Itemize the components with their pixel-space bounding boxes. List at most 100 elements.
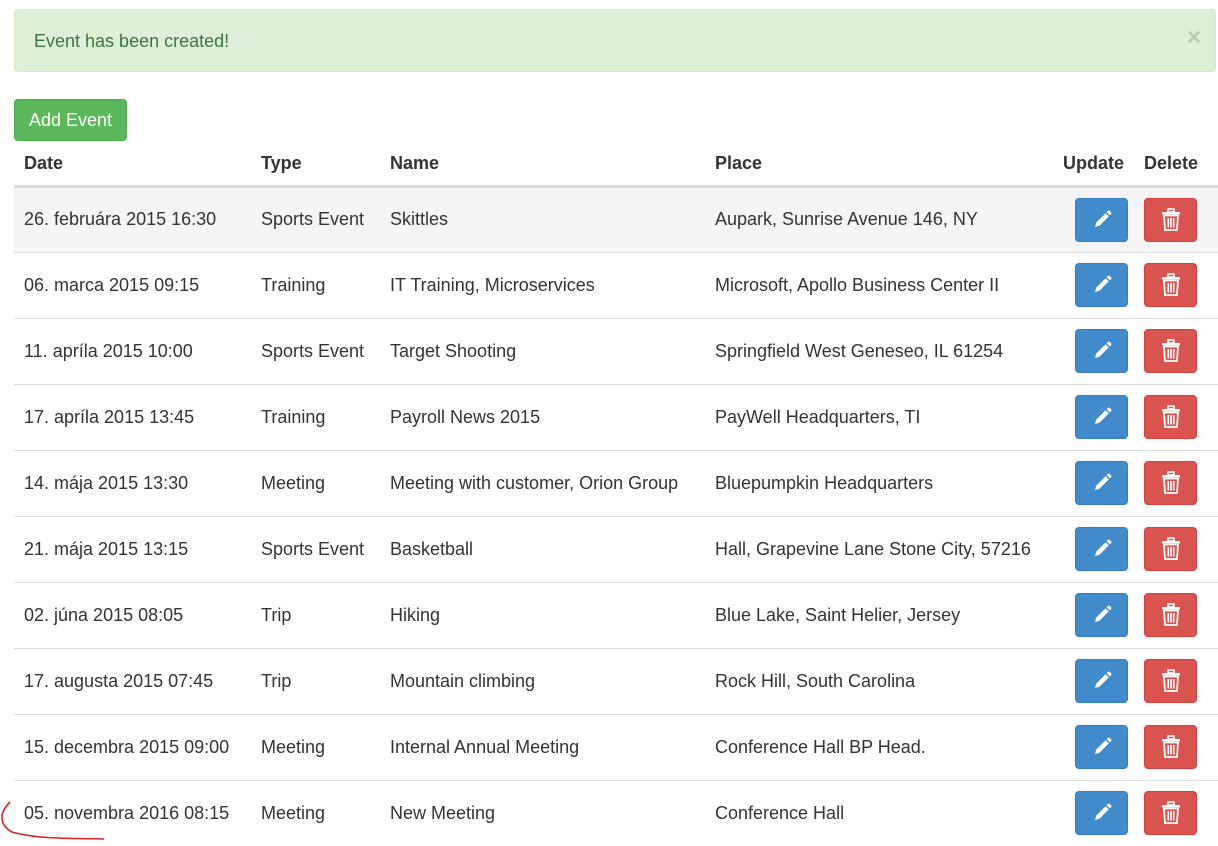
cell-name: Internal Annual Meeting xyxy=(380,713,705,780)
cell-update xyxy=(1059,383,1144,450)
header-type: Type xyxy=(251,142,380,188)
cell-place: Blue Lake, Saint Helier, Jersey xyxy=(705,581,1059,648)
pencil-icon xyxy=(1094,275,1111,292)
cell-delete xyxy=(1144,779,1218,846)
events-table: Date Type Name Place Update Delete 26. f… xyxy=(14,142,1218,846)
cell-delete xyxy=(1144,581,1218,648)
table-row: 11. apríla 2015 10:00 Sports Event Targe… xyxy=(14,317,1218,384)
table-row: 15. decembra 2015 09:00 Meeting Internal… xyxy=(14,713,1218,780)
cell-name: Skittles xyxy=(380,186,705,252)
cell-type: Meeting xyxy=(251,779,380,846)
cell-type: Sports Event xyxy=(251,186,380,252)
cell-update xyxy=(1059,186,1144,252)
cell-delete xyxy=(1144,317,1218,384)
trash-icon xyxy=(1161,471,1180,494)
update-button[interactable] xyxy=(1075,527,1128,571)
delete-button[interactable] xyxy=(1144,263,1197,307)
pencil-icon xyxy=(1094,671,1111,688)
delete-button[interactable] xyxy=(1144,725,1197,769)
trash-icon xyxy=(1161,207,1180,231)
cell-delete xyxy=(1144,449,1218,516)
delete-button[interactable] xyxy=(1144,593,1197,637)
trash-icon xyxy=(1161,735,1180,758)
cell-type: Sports Event xyxy=(251,515,380,582)
pencil-icon xyxy=(1094,539,1111,556)
delete-button[interactable] xyxy=(1144,197,1197,242)
update-button[interactable] xyxy=(1075,791,1128,836)
update-button[interactable] xyxy=(1075,593,1128,637)
header-delete: Delete xyxy=(1144,142,1218,188)
pencil-icon xyxy=(1094,803,1111,821)
table-row: 02. júna 2015 08:05 Trip Hiking Blue Lak… xyxy=(14,581,1218,648)
cell-type: Meeting xyxy=(251,449,380,516)
table-row: 21. mája 2015 13:15 Sports Event Basketb… xyxy=(14,515,1218,582)
trash-icon xyxy=(1161,537,1180,560)
cell-type: Meeting xyxy=(251,713,380,780)
header-name: Name xyxy=(380,142,705,188)
update-button[interactable] xyxy=(1075,263,1128,307)
delete-button[interactable] xyxy=(1144,791,1197,836)
update-button[interactable] xyxy=(1075,329,1128,373)
cell-update xyxy=(1059,317,1144,384)
cell-update xyxy=(1059,449,1144,516)
add-event-button[interactable]: Add Event xyxy=(14,99,127,141)
cell-type: Trip xyxy=(251,581,380,648)
table-row: 05. novembra 2016 08:15 Meeting New Meet… xyxy=(14,779,1218,846)
cell-name: Target Shooting xyxy=(380,317,705,384)
cell-place: Conference Hall xyxy=(705,779,1059,846)
update-button[interactable] xyxy=(1075,461,1128,505)
cell-update xyxy=(1059,581,1144,648)
delete-button[interactable] xyxy=(1144,527,1197,571)
table-row: 14. mája 2015 13:30 Meeting Meeting with… xyxy=(14,449,1218,516)
header-date: Date xyxy=(14,142,251,188)
cell-date: 26. februára 2015 16:30 xyxy=(14,186,251,252)
cell-delete xyxy=(1144,713,1218,780)
table-row: 06. marca 2015 09:15 Training IT Trainin… xyxy=(14,251,1218,318)
header-update: Update xyxy=(1059,142,1144,188)
table-row: 17. apríla 2015 13:45 Training Payroll N… xyxy=(14,383,1218,450)
cell-date: 11. apríla 2015 10:00 xyxy=(14,317,251,384)
cell-name: New Meeting xyxy=(380,779,705,846)
cell-name: Meeting with customer, Orion Group xyxy=(380,449,705,516)
trash-icon xyxy=(1161,603,1180,626)
cell-update xyxy=(1059,251,1144,318)
update-button[interactable] xyxy=(1075,197,1128,242)
update-button[interactable] xyxy=(1075,395,1128,439)
cell-update xyxy=(1059,779,1144,846)
close-icon[interactable]: × xyxy=(1187,26,1201,50)
trash-icon xyxy=(1161,405,1180,428)
cell-name: IT Training, Microservices xyxy=(380,251,705,318)
red-annotation-mark xyxy=(1,801,105,840)
cell-place: Aupark, Sunrise Avenue 146, NY xyxy=(705,186,1059,252)
cell-date: 15. decembra 2015 09:00 xyxy=(14,713,251,780)
cell-delete xyxy=(1144,515,1218,582)
delete-button[interactable] xyxy=(1144,461,1197,505)
delete-button[interactable] xyxy=(1144,395,1197,439)
cell-name: Hiking xyxy=(380,581,705,648)
table-row: 26. februára 2015 16:30 Sports Event Ski… xyxy=(14,186,1218,252)
cell-date: 17. augusta 2015 07:45 xyxy=(14,647,251,714)
cell-date: 21. mája 2015 13:15 xyxy=(14,515,251,582)
cell-name: Basketball xyxy=(380,515,705,582)
cell-date: 17. apríla 2015 13:45 xyxy=(14,383,251,450)
update-button[interactable] xyxy=(1075,725,1128,769)
cell-update xyxy=(1059,647,1144,714)
delete-button[interactable] xyxy=(1144,659,1197,703)
update-button[interactable] xyxy=(1075,659,1128,703)
pencil-icon xyxy=(1094,605,1111,622)
cell-date: 02. júna 2015 08:05 xyxy=(14,581,251,648)
cell-date: 06. marca 2015 09:15 xyxy=(14,251,251,318)
cell-delete xyxy=(1144,383,1218,450)
trash-icon xyxy=(1161,339,1180,362)
cell-update xyxy=(1059,515,1144,582)
trash-icon xyxy=(1161,669,1180,692)
cell-place: Microsoft, Apollo Business Center II xyxy=(705,251,1059,318)
cell-place: Conference Hall BP Head. xyxy=(705,713,1059,780)
cell-name: Mountain climbing xyxy=(380,647,705,714)
cell-delete xyxy=(1144,647,1218,714)
cell-place: Rock Hill, South Carolina xyxy=(705,647,1059,714)
success-alert: Event has been created! × xyxy=(14,9,1216,72)
cell-delete xyxy=(1144,186,1218,252)
pencil-icon xyxy=(1094,210,1111,227)
delete-button[interactable] xyxy=(1144,329,1197,373)
